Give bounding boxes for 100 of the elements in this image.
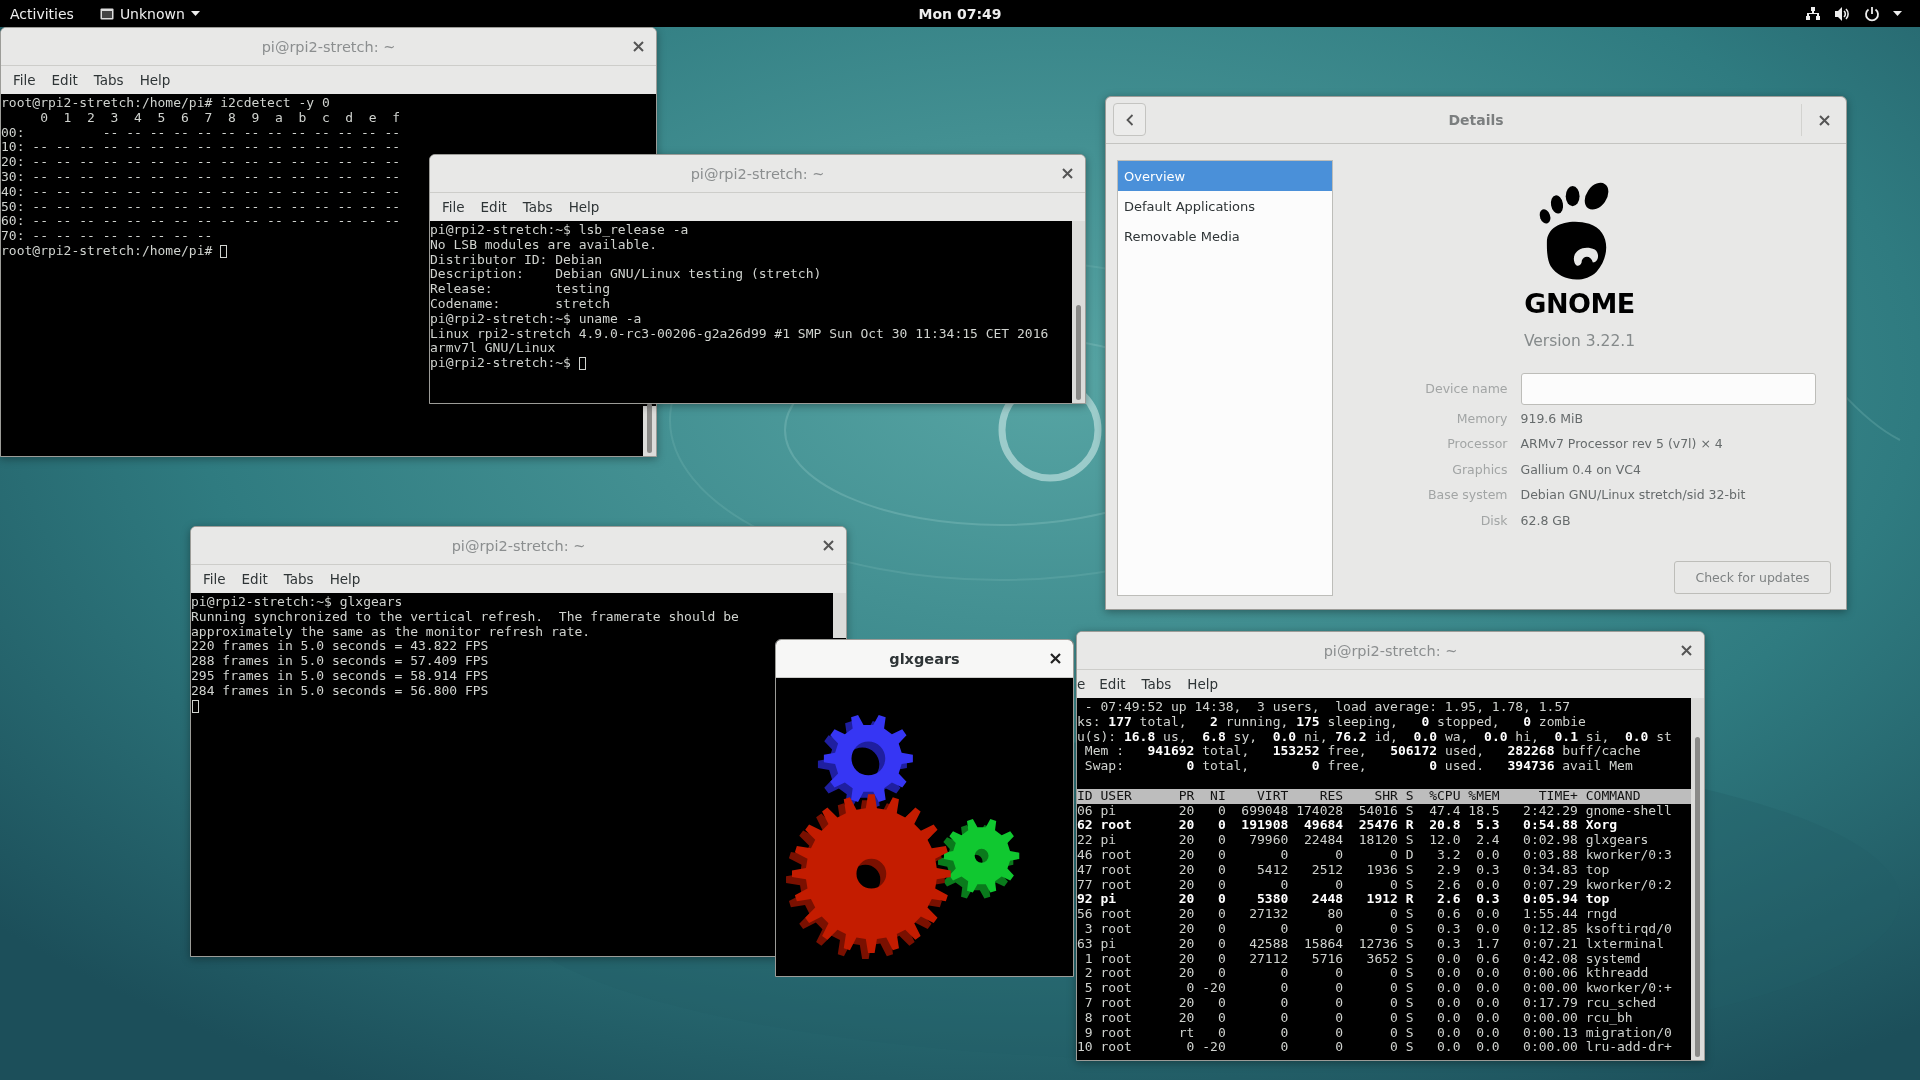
info-label: Device name <box>1424 380 1508 398</box>
app-menu-button[interactable]: Unknown <box>89 0 210 27</box>
scrollbar[interactable] <box>1691 698 1704 1060</box>
menu-item[interactable]: File <box>5 68 44 92</box>
terminal-line: 63 pi 20 0 42588 15864 12736 S 0.3 1.7 0:07.21 lxterminal <box>1077 936 1664 952</box>
menu-item[interactable]: Tabs <box>514 195 561 219</box>
scrollbar[interactable] <box>1072 221 1085 403</box>
terminal-line: pi@rpi2-stretch:~$ <box>430 356 571 371</box>
info-value: Gallium 0.4 on VC4 <box>1520 460 1642 479</box>
power-icon[interactable] <box>1864 5 1880 22</box>
info-label: Graphics <box>1451 460 1508 479</box>
terminal-line: 2 root 20 0 0 0 0 S 0.0 0.0 0:00.06 kthreadd <box>1083 966 1649 982</box>
terminal-line: Mem : 941692 total, 153252 free, 506172 used, 282268 buff/cache <box>1083 744 1641 760</box>
terminal-line: - 07:49:52 up 14:38, 3 users, load average: 1.95, 1.78, 1.57 <box>1083 700 1571 715</box>
menu-item[interactable]: Tabs <box>85 68 132 92</box>
terminal-line: 10 root 0 -20 0 0 0 S 0.0 0.0 0:00.00 lru-add-dr+ <box>1077 1040 1672 1056</box>
window-title: pi@rpi2-stretch: ~ <box>690 165 825 182</box>
terminal-line: armv7l GNU/Linux <box>430 341 556 357</box>
terminal-line: 8 root 20 0 0 0 0 S 0.0 0.0 0:00.00 rcu_bh <box>1083 1010 1633 1026</box>
menu-item[interactable]: Help <box>560 195 608 219</box>
close-icon[interactable] <box>1050 653 1061 664</box>
terminal-line: 46 root 20 0 0 0 0 D 3.2 0.0 0:03.88 kworker/0:3 <box>1077 847 1672 863</box>
terminal-line: root@rpi2-stretch:/home/pi# i2cdetect -y 0 <box>1 96 330 111</box>
terminal-line: 00: -- -- -- -- -- -- -- -- -- -- -- -- -- <box>1 125 401 141</box>
terminal-line: Release: testing <box>430 282 610 297</box>
terminal-line: 20: -- -- -- -- -- -- -- -- -- -- -- -- -- -- -- -- <box>1 155 401 170</box>
terminal-line: Description: Debian GNU/Linux testing (stretch) <box>430 267 822 283</box>
terminal-line: Codename: stretch <box>430 297 610 312</box>
terminal-line: 220 frames in 5.0 seconds = 43.822 FPS <box>191 639 489 655</box>
menu-item[interactable]: Edit <box>472 195 515 219</box>
terminal-line: 30: -- -- -- -- -- -- -- -- -- -- -- -- -- -- -- -- <box>1 170 401 185</box>
info-value: ARMv7 Processor rev 5 (v7l) × 4 <box>1520 435 1724 454</box>
window-icon <box>99 7 114 20</box>
scrollbar-thumb[interactable] <box>1695 737 1700 1057</box>
menu-item[interactable]: Tabs <box>1133 672 1180 696</box>
info-label: Disk <box>1479 511 1508 530</box>
terminal-line: 62 root 20 0 191908 49684 25476 R 20.8 5.3 0:54.88 Xorg <box>1077 818 1618 834</box>
terminal-line: 22 pi 20 0 79960 22484 18120 S 12.0 2.4 0:02.98 glxgears <box>1077 833 1649 848</box>
scrollbar[interactable] <box>833 593 846 638</box>
terminal-line: 92 pi 20 0 5380 2448 1912 R 2.6 0.3 0:05.94 top <box>1077 892 1610 908</box>
caret-icon[interactable] <box>1893 11 1902 16</box>
scrollbar[interactable] <box>643 406 656 456</box>
terminal-line: Distributor ID: Debian <box>430 252 603 268</box>
menu-item[interactable]: e <box>1077 672 1092 696</box>
window-title: pi@rpi2-stretch: ~ <box>451 537 586 554</box>
terminal-line: 284 frames in 5.0 seconds = 56.800 FPS <box>191 683 489 699</box>
menu-item[interactable]: Edit <box>233 567 276 591</box>
sidebar-item[interactable]: Removable Media <box>1118 221 1332 251</box>
info-value: 62.8 GB <box>1520 511 1572 530</box>
terminal-line: approximately the same as the monitor refresh rate. <box>191 624 591 640</box>
terminal-line: No LSB modules are available. <box>430 237 657 253</box>
terminal-line: root@rpi2-stretch:/home/pi# <box>1 243 213 259</box>
terminal-line: 288 frames in 5.0 seconds = 57.409 FPS <box>191 654 489 669</box>
terminal-line: 47 root 20 0 5412 2512 1936 S 2.9 0.3 0:34.83 top <box>1077 862 1610 878</box>
terminal-line: 10: -- -- -- -- -- -- -- -- -- -- -- -- -- -- -- -- <box>1 140 401 156</box>
terminal-line: 1 root 20 0 27112 5716 3652 S 0.0 0.6 0:42.08 systemd <box>1083 951 1641 967</box>
terminal-line: 56 root 20 0 27132 80 0 S 0.6 0.0 1:55.44 rngd <box>1077 907 1618 922</box>
info-label: Base system <box>1426 486 1508 505</box>
column-header-row: ID USER PR NI VIRT RES SHR S %CPU %MEM TIME+ COMMAND <box>1077 788 1691 804</box>
menu-item[interactable]: File <box>434 195 473 219</box>
menu-item[interactable]: Help <box>321 567 369 591</box>
terminal-line: 60: -- -- -- -- -- -- -- -- -- -- -- -- -- -- -- -- <box>1 214 401 230</box>
menu-item[interactable]: Help <box>131 68 179 92</box>
terminal-line: 7 root 20 0 0 0 0 S 0.0 0.0 0:17.79 rcu_sched <box>1083 995 1657 1011</box>
terminal-line: 40: -- -- -- -- -- -- -- -- -- -- -- -- -- -- -- -- <box>1 184 401 200</box>
terminal-line: Running synchronized to the vertical refresh. The framerate should be <box>191 609 739 625</box>
close-icon[interactable] <box>1062 168 1073 179</box>
terminal-line: 06 pi 20 0 699048 174028 54016 S 47.4 18.5 2:42.29 gnome-shell <box>1077 803 1672 819</box>
window-title: Details <box>1448 112 1504 128</box>
scrollbar-thumb[interactable] <box>1076 305 1081 400</box>
caret-icon <box>190 11 200 16</box>
info-value: Debian GNU/Linux stretch/sid 32-bit <box>1520 486 1747 505</box>
window-title: pi@rpi2-stretch: ~ <box>1323 642 1458 659</box>
close-icon[interactable] <box>823 540 834 551</box>
menu-item[interactable]: Edit <box>1091 672 1134 696</box>
scrollbar-thumb[interactable] <box>647 403 652 453</box>
activities-button[interactable]: Activities <box>0 0 84 27</box>
terminal-line: pi@rpi2-stretch:~$ lsb_release -a <box>430 223 689 238</box>
terminal-line: 70: -- -- -- -- -- -- -- -- <box>1 229 213 244</box>
device-name-field[interactable] <box>1520 373 1816 405</box>
info-value: 919.6 MiB <box>1520 410 1585 428</box>
sidebar-item[interactable]: Default Applications <box>1118 191 1332 221</box>
menu-item[interactable]: File <box>195 567 234 591</box>
terminal-line: ks: 177 total, 2 running, 175 sleeping, 0 stopped, 0 zombie <box>1077 714 1586 730</box>
terminal-line: 3 root 20 0 0 0 0 S 0.3 0.0 0:12.85 ksoftirqd/0 <box>1083 921 1672 937</box>
terminal-line: pi@rpi2-stretch:~$ uname -a <box>430 311 642 327</box>
close-icon[interactable] <box>1681 645 1692 656</box>
menu-item[interactable]: Tabs <box>275 567 322 591</box>
terminal-line: 0 1 2 3 4 5 6 7 8 9 a b c d e f <box>40 110 401 126</box>
terminal-line: 77 root 20 0 0 0 0 S 2.6 0.0 0:07.29 kworker/0:2 <box>1077 877 1672 893</box>
version-label: Version 3.22.1 <box>1523 331 1636 352</box>
menu-item[interactable]: Help <box>1179 672 1227 696</box>
info-label: Memory <box>1455 410 1508 428</box>
clock-button[interactable]: Mon 07:49 <box>908 0 1012 27</box>
close-icon[interactable] <box>1819 115 1830 126</box>
close-icon[interactable] <box>633 41 644 52</box>
terminal-line: Swap: 0 total, 0 free, 0 used. 394736 avail Mem <box>1083 759 1633 774</box>
volume-icon[interactable] <box>1834 5 1851 22</box>
menu-item[interactable]: Edit <box>43 68 86 92</box>
network-icon[interactable] <box>1805 5 1821 22</box>
